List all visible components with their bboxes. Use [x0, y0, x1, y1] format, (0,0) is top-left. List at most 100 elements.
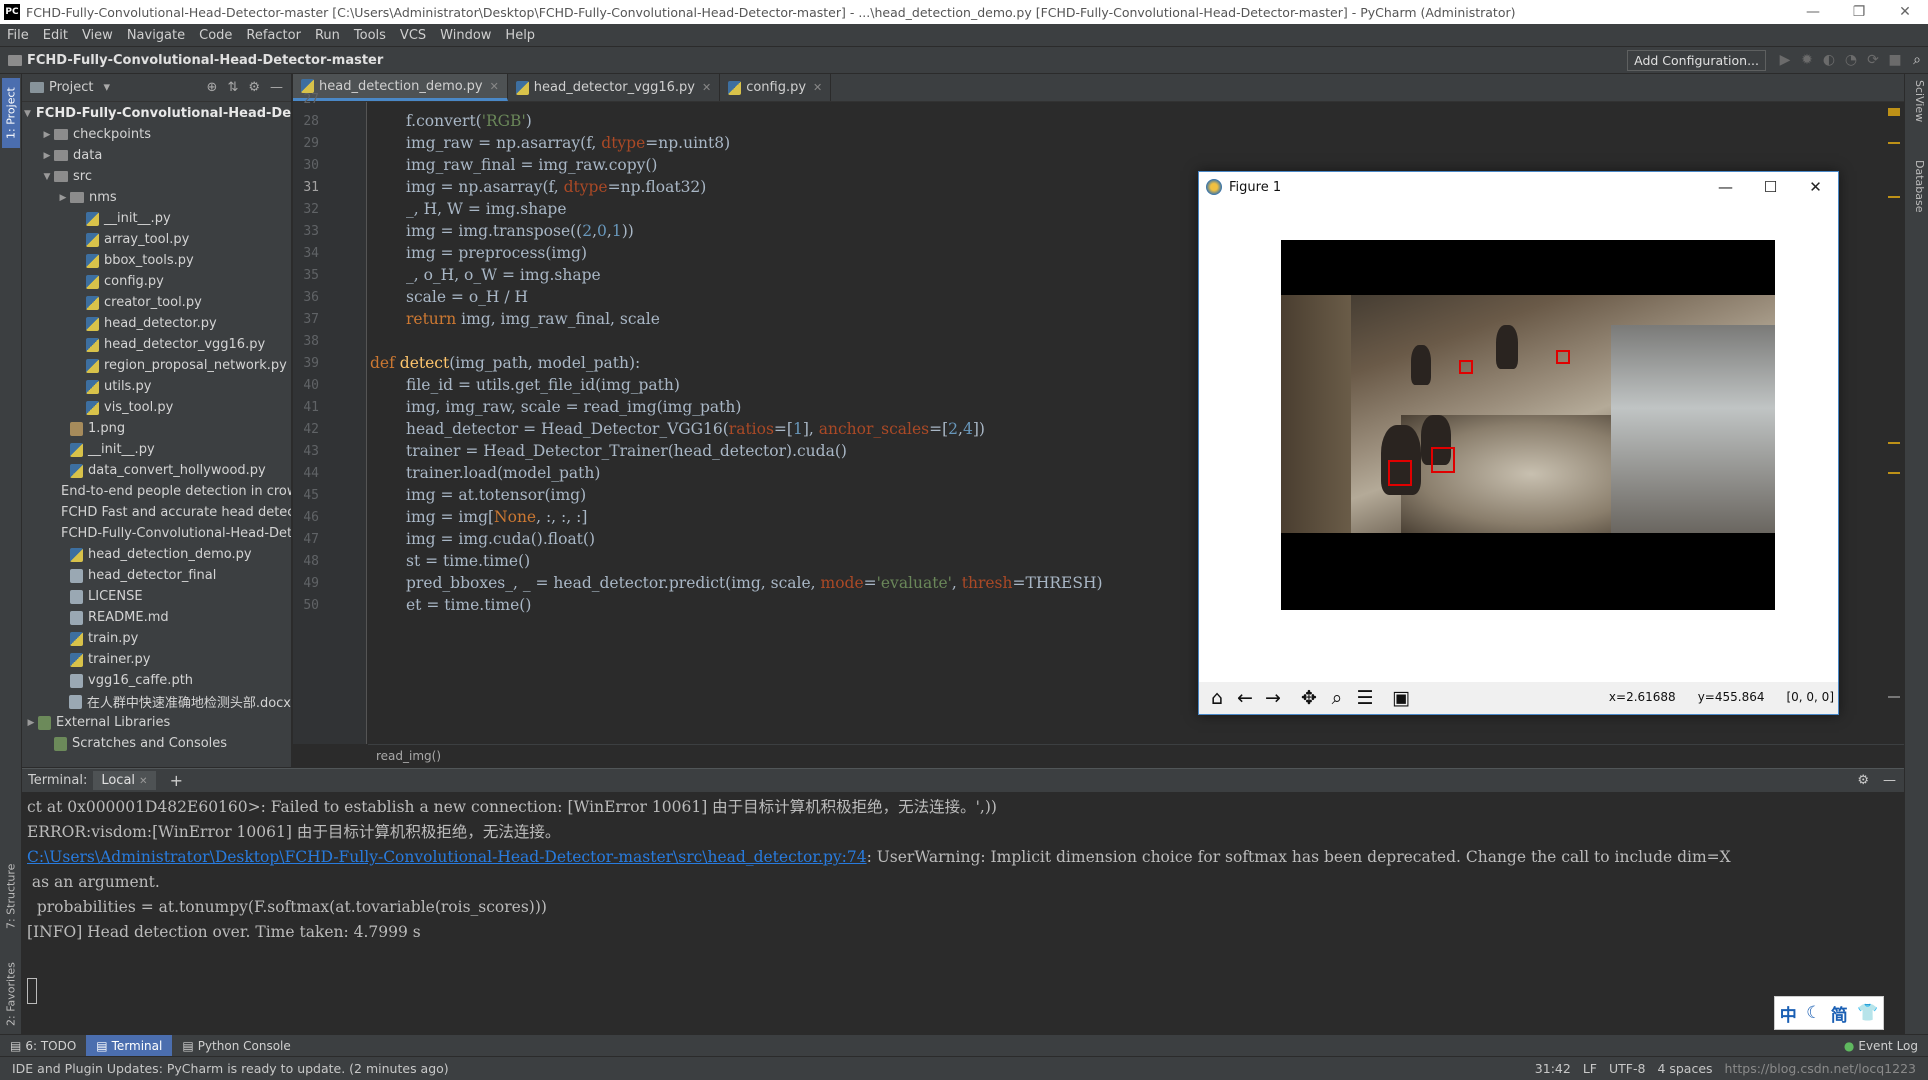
close-button[interactable]: ✕ — [1882, 0, 1928, 24]
editor-tab[interactable]: head_detector_vgg16.py ✕ — [508, 74, 721, 101]
caret-position[interactable]: 31:42 — [1535, 1061, 1583, 1076]
search-icon[interactable]: ⌕ — [1906, 49, 1928, 71]
status-message[interactable]: IDE and Plugin Updates: PyCharm is ready… — [0, 1061, 1535, 1076]
tree-file[interactable]: utils.py — [22, 376, 291, 397]
tree-file[interactable]: head_detection_demo.py — [22, 544, 291, 565]
project-tool-tab[interactable]: 1: Project — [2, 78, 20, 148]
tree-file[interactable]: LICENSE — [22, 586, 291, 607]
pan-icon[interactable]: ✥ — [1295, 684, 1323, 712]
menu-item-tools[interactable]: Tools — [347, 28, 393, 43]
tree-file[interactable]: region_proposal_network.py — [22, 355, 291, 376]
ime-simplified-mode[interactable]: 简 — [1831, 1001, 1848, 1026]
configure-subplots-icon[interactable]: ☰ — [1351, 684, 1379, 712]
tree-file[interactable]: __init__.py — [22, 439, 291, 460]
database-tool-tab[interactable]: Database — [1908, 160, 1926, 213]
chevron-right-icon[interactable]: ▶ — [40, 130, 54, 140]
tree-file[interactable]: FCHD-Fully-Convolutional-Head-Dete — [22, 523, 291, 544]
menu-item-edit[interactable]: Edit — [36, 28, 75, 43]
chevron-right-icon[interactable]: ▶ — [40, 151, 54, 161]
tree-file[interactable]: vgg16_caffe.pth — [22, 670, 291, 691]
close-icon[interactable]: ✕ — [702, 81, 711, 94]
tree-file[interactable]: FCHD Fast and accurate head detect — [22, 502, 291, 523]
tree-file[interactable]: End-to-end people detection in crow — [22, 481, 291, 502]
tree-file[interactable]: head_detector_vgg16.py — [22, 334, 291, 355]
terminal-output[interactable]: ct at 0x000001D482E60160>: Failed to est… — [22, 792, 1904, 1034]
stop-icon[interactable]: ■ — [1884, 49, 1906, 71]
menu-item-view[interactable]: View — [75, 28, 120, 43]
indent-setting[interactable]: 4 spaces — [1657, 1061, 1724, 1076]
close-icon[interactable]: ✕ — [813, 81, 822, 94]
chevron-down-icon[interactable]: ▼ — [40, 172, 54, 182]
line-separator[interactable]: LF — [1583, 1061, 1609, 1076]
zoom-icon[interactable]: ⌕ — [1323, 684, 1351, 712]
tree-file[interactable]: data_convert_hollywood.py — [22, 460, 291, 481]
home-icon[interactable]: ⌂ — [1203, 684, 1231, 712]
new-terminal-icon[interactable]: + — [170, 771, 183, 790]
gear-icon[interactable]: ⚙ — [1857, 773, 1869, 788]
chevron-right-icon[interactable]: ▶ — [56, 193, 70, 203]
hide-panel-icon[interactable]: — — [270, 80, 283, 95]
close-icon[interactable]: ✕ — [490, 80, 499, 93]
tree-file[interactable]: bbox_tools.py — [22, 250, 291, 271]
chevron-down-icon[interactable]: ▾ — [103, 80, 110, 95]
editor-tab[interactable]: head_detection_demo.py ✕ — [293, 74, 508, 101]
back-icon[interactable]: ← — [1231, 684, 1259, 712]
figure-maximize-button[interactable]: ☐ — [1748, 178, 1793, 196]
locate-icon[interactable]: ⊕ — [207, 80, 218, 95]
menu-item-vcs[interactable]: VCS — [393, 28, 433, 43]
bottom-tab[interactable]: ▤ Python Console — [172, 1035, 300, 1057]
menu-item-help[interactable]: Help — [498, 28, 542, 43]
figure-canvas[interactable] — [1199, 202, 1838, 682]
add-configuration-button[interactable]: Add Configuration... — [1627, 49, 1766, 71]
sciview-tool-tab[interactable]: SciView — [1908, 80, 1926, 122]
bottom-tab[interactable]: ▤ Terminal — [86, 1034, 173, 1057]
tree-file[interactable]: creator_tool.py — [22, 292, 291, 313]
hide-panel-icon[interactable]: — — [1883, 773, 1896, 788]
tree-file[interactable]: vis_tool.py — [22, 397, 291, 418]
profile-icon[interactable]: ◔ — [1840, 49, 1862, 71]
tree-folder[interactable]: ▶ checkpoints — [22, 124, 291, 145]
menu-item-run[interactable]: Run — [308, 28, 347, 43]
figure-minimize-button[interactable]: — — [1703, 178, 1748, 196]
warning-marker[interactable] — [1888, 442, 1900, 444]
bottom-tab[interactable]: ▤ 6: TODO — [0, 1035, 86, 1057]
gear-icon[interactable]: ⚙ — [248, 80, 260, 95]
debug-icon[interactable]: ✹ — [1796, 49, 1818, 71]
favorites-tool-tab[interactable]: 2: Favorites — [2, 954, 20, 1034]
tree-file[interactable]: ▶ External Libraries — [22, 712, 291, 733]
figure-close-button[interactable]: ✕ — [1793, 178, 1838, 196]
save-icon[interactable]: ▣ — [1387, 684, 1415, 712]
editor-tab[interactable]: config.py ✕ — [720, 74, 832, 101]
tree-file[interactable]: trainer.py — [22, 649, 291, 670]
chevron-right-icon[interactable]: ▶ — [24, 718, 38, 728]
forward-icon[interactable]: → — [1259, 684, 1287, 712]
structure-tool-tab[interactable]: 7: Structure — [2, 850, 20, 942]
ime-toolbar[interactable]: 中 ☾ 简 👕 — [1774, 996, 1884, 1030]
info-marker[interactable] — [1888, 696, 1900, 698]
breadcrumb[interactable]: read_img() — [368, 744, 1916, 768]
tree-file[interactable]: array_tool.py — [22, 229, 291, 250]
tree-file[interactable]: train.py — [22, 628, 291, 649]
tree-folder[interactable]: ▼ src — [22, 166, 291, 187]
tree-file[interactable]: head_detector.py — [22, 313, 291, 334]
chevron-down-icon[interactable]: ▼ — [24, 109, 31, 119]
run-coverage-icon[interactable]: ◐ — [1818, 49, 1840, 71]
tree-file[interactable]: README.md — [22, 607, 291, 628]
menu-item-navigate[interactable]: Navigate — [120, 28, 192, 43]
ime-chinese-mode[interactable]: 中 — [1780, 1001, 1797, 1026]
warning-marker[interactable] — [1888, 472, 1900, 474]
terminal-tab-local[interactable]: Local ✕ — [93, 771, 156, 790]
project-view-dropdown[interactable]: Project — [49, 80, 93, 95]
concurrency-icon[interactable]: ⟳ — [1862, 49, 1884, 71]
terminal-file-link[interactable]: C:\Users\Administrator\Desktop\FCHD-Full… — [27, 848, 867, 866]
run-icon[interactable]: ▶ — [1774, 49, 1796, 71]
file-encoding[interactable]: UTF-8 — [1609, 1061, 1657, 1076]
tree-folder[interactable]: ▼ FCHD-Fully-Convolutional-Head-Dete — [22, 103, 291, 124]
menu-item-code[interactable]: Code — [192, 28, 239, 43]
warning-marker[interactable] — [1888, 196, 1900, 198]
tree-folder[interactable]: ▶ nms — [22, 187, 291, 208]
menu-item-refactor[interactable]: Refactor — [239, 28, 308, 43]
tree-file[interactable]: 在人群中快速准确地检测头部.docx — [22, 691, 291, 712]
ime-half-width-icon[interactable]: ☾ — [1806, 1003, 1821, 1023]
collapse-all-icon[interactable]: ⇅ — [227, 80, 238, 95]
